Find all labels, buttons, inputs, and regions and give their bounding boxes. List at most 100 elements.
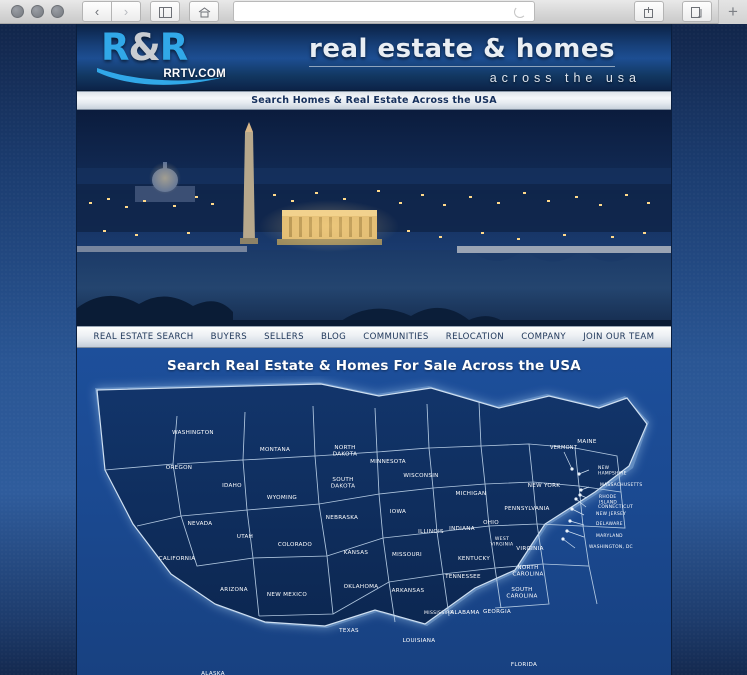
sidebar-icon	[158, 5, 172, 18]
lincoln-memorial	[259, 200, 399, 252]
forward-button[interactable]: ›	[112, 1, 141, 22]
state-leader-line	[562, 538, 576, 549]
state-label[interactable]: COLORADO	[278, 542, 313, 548]
state-label[interactable]: VIRGINIA	[516, 546, 543, 552]
browser-window: ‹ › + R&R RRTV.COM real estate & homes a…	[0, 0, 747, 675]
state-label[interactable]: MASSACHUSETTS	[600, 482, 643, 488]
state-label[interactable]: SOUTH CAROLINA	[506, 587, 537, 600]
sidebar-button[interactable]	[150, 1, 180, 22]
state-label[interactable]: NEVADA	[188, 521, 213, 527]
site-logo[interactable]: R&R RRTV.COM	[97, 28, 232, 88]
state-label[interactable]: WYOMING	[267, 495, 297, 501]
map-section: Search Real Estate & Homes For Sale Acro…	[77, 348, 671, 675]
usa-map[interactable]: WASHINGTON OREGON IDAHO MONTANA WYOMING NEVAD…	[77, 376, 671, 675]
share-button[interactable]	[634, 1, 664, 22]
site-tagline: real estate & homes across the usa	[277, 34, 647, 85]
map-section-title: Search Real Estate & Homes For Sale Acro…	[167, 358, 581, 374]
nav-item-communities[interactable]: COMMUNITIES	[363, 332, 428, 342]
state-label[interactable]: NORTH CAROLINA	[512, 565, 543, 578]
share-icon	[643, 5, 656, 18]
state-label[interactable]: IDAHO	[222, 483, 242, 489]
nav-item-sellers[interactable]: SELLERS	[264, 332, 304, 342]
state-label[interactable]: KANSAS	[344, 550, 369, 556]
state-label[interactable]: NORTH DAKOTA	[333, 445, 357, 458]
home-button[interactable]	[189, 1, 219, 22]
state-label[interactable]: DELAWARE	[596, 521, 623, 527]
logo-mark: R&R	[101, 26, 188, 69]
nav-item-relocation[interactable]: RELOCATION	[446, 332, 504, 342]
state-label[interactable]: OHIO	[483, 520, 499, 526]
state-label[interactable]: LOUISIANA	[403, 638, 436, 644]
zoom-window-button[interactable]	[51, 5, 64, 18]
nav-item-real-estate-search[interactable]: REAL ESTATE SEARCH	[94, 332, 194, 342]
state-label[interactable]: WASHINGTON, DC	[589, 544, 633, 550]
state-label[interactable]: SOUTH DAKOTA	[331, 477, 355, 490]
state-label[interactable]: OREGON	[166, 465, 193, 471]
state-label[interactable]: WASHINGTON	[172, 430, 214, 436]
state-label[interactable]: RHODE ISLAND	[599, 494, 617, 505]
hero-dc-skyline-illustration	[77, 110, 671, 326]
state-label[interactable]: ARKANSAS	[392, 588, 425, 594]
state-label[interactable]: NEW MEXICO	[267, 592, 307, 598]
state-leader-dot	[570, 467, 574, 471]
state-leader-line	[566, 530, 585, 538]
state-label[interactable]: MICHIGAN	[456, 491, 487, 497]
state-label[interactable]: MISSOURI	[392, 552, 422, 558]
state-leader-dot	[568, 519, 572, 523]
back-chevron-icon: ‹	[94, 4, 100, 19]
nav-item-blog[interactable]: BLOG	[321, 332, 346, 342]
state-label[interactable]: KENTUCKY	[458, 556, 490, 562]
search-strip[interactable]: Search Homes & Real Estate Across the US…	[77, 91, 671, 110]
state-label[interactable]: NEBRASKA	[326, 515, 358, 521]
state-label[interactable]: ALASKA	[201, 671, 225, 675]
state-label[interactable]: ALABAMA	[450, 610, 479, 616]
state-leader-line	[571, 508, 585, 516]
state-label[interactable]: CALIFORNIA	[159, 556, 196, 562]
new-tab-button[interactable]: +	[718, 0, 747, 24]
address-bar[interactable]	[233, 1, 535, 22]
loading-spinner-icon	[514, 5, 526, 18]
tagline-secondary: across the usa	[489, 71, 641, 85]
usa-map-svg[interactable]: WASHINGTON OREGON IDAHO MONTANA WYOMING NEVAD…	[77, 376, 671, 675]
state-label[interactable]: FLORIDA	[511, 662, 537, 668]
state-label[interactable]: TEXAS	[338, 628, 359, 634]
state-leader-line	[569, 520, 585, 526]
nav-item-join-our-team[interactable]: JOIN OUR TEAM	[583, 332, 654, 342]
state-label[interactable]: MAINE	[577, 439, 597, 445]
forward-chevron-icon: ›	[123, 4, 129, 19]
tabs-button[interactable]	[682, 1, 712, 22]
main-navigation: REAL ESTATE SEARCH BUYERS SELLERS BLOG C…	[77, 326, 671, 348]
state-label[interactable]: VERMONT	[550, 445, 578, 451]
minimize-window-button[interactable]	[31, 5, 44, 18]
toolbar-right-buttons	[625, 1, 718, 22]
state-leader-dot	[579, 488, 583, 492]
state-label[interactable]: GEORGIA	[483, 609, 511, 615]
state-label[interactable]: INDIANA	[449, 526, 475, 532]
state-label[interactable]: IOWA	[390, 509, 406, 515]
state-label[interactable]: WISCONSIN	[403, 473, 438, 479]
state-label[interactable]: NEW YORK	[528, 483, 561, 489]
state-label[interactable]: MONTANA	[260, 447, 290, 453]
nav-item-buyers[interactable]: BUYERS	[211, 332, 247, 342]
state-label[interactable]: UTAH	[237, 534, 253, 540]
state-label[interactable]: NEW JERSEY	[596, 511, 626, 517]
state-label[interactable]: ARIZONA	[220, 587, 248, 593]
state-label[interactable]: CONNECTICUT	[598, 504, 633, 510]
state-leader-dot	[577, 472, 581, 476]
state-leader-dot	[561, 537, 565, 541]
state-label[interactable]: MARYLAND	[596, 533, 623, 539]
browser-toolbar: ‹ › +	[0, 0, 747, 24]
state-label[interactable]: PENNSYLVANIA	[504, 506, 549, 512]
nav-item-company[interactable]: COMPANY	[521, 332, 566, 342]
close-window-button[interactable]	[11, 5, 24, 18]
state-label[interactable]: TENNESSEE	[444, 574, 481, 580]
state-leader-dot	[578, 493, 582, 497]
window-controls[interactable]	[0, 5, 64, 18]
logo-r-left: R	[101, 26, 129, 69]
back-button[interactable]: ‹	[82, 1, 112, 22]
logo-ampersand: &	[128, 26, 161, 69]
state-label[interactable]: ILLINOIS	[418, 529, 444, 535]
search-strip-label: Search Homes & Real Estate Across the US…	[251, 95, 497, 106]
state-label[interactable]: MINNESOTA	[370, 459, 406, 465]
state-label[interactable]: OKLAHOMA	[344, 584, 379, 590]
